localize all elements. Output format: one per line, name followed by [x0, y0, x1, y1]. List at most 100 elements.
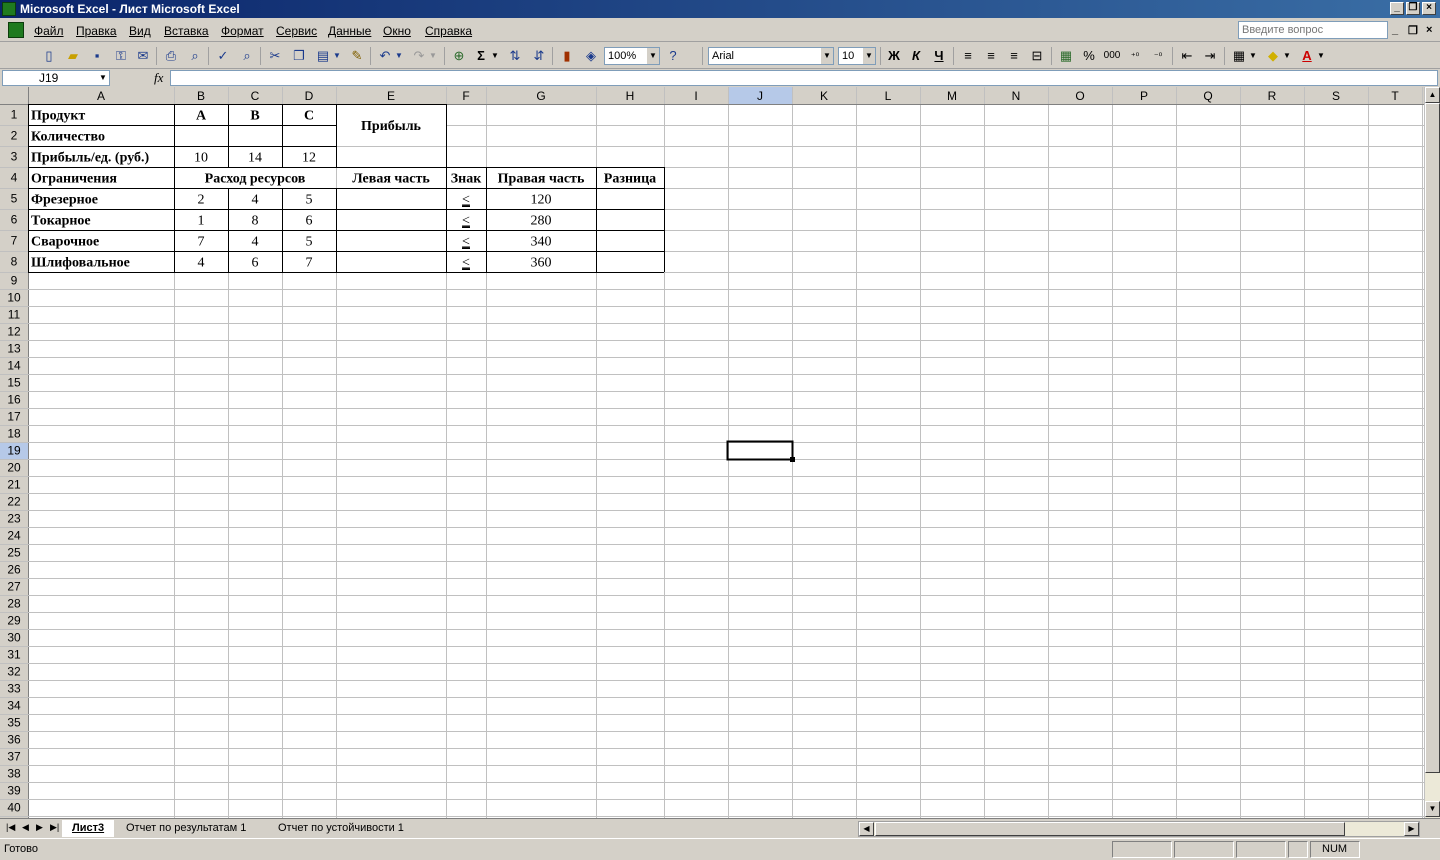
cell-f5[interactable]: < [462, 193, 470, 208]
increase-decimal-icon[interactable]: ⁺⁰ [1126, 47, 1144, 65]
column-header-s[interactable]: S [1332, 89, 1340, 103]
cell-a7[interactable]: Сварочное [31, 235, 99, 250]
cell-d5[interactable]: 5 [306, 193, 313, 208]
cell-a4[interactable]: Ограничения [31, 172, 117, 187]
cell-f6[interactable]: < [462, 214, 470, 229]
scroll-down-icon[interactable]: ▼ [1425, 801, 1440, 817]
cell-b7[interactable]: 7 [198, 235, 205, 250]
cell-h4[interactable]: Разница [604, 172, 656, 187]
doc-minimize-icon[interactable]: _ [1392, 24, 1398, 36]
row-header-3[interactable]: 3 [11, 150, 18, 164]
row-header-32[interactable]: 32 [7, 665, 21, 679]
scroll-left-icon[interactable]: ◀ [859, 822, 874, 836]
fill-handle[interactable] [790, 457, 795, 462]
prev-sheet-icon[interactable]: ◀ [22, 822, 29, 833]
menu-file[interactable]: Файл [34, 24, 64, 38]
row-header-25[interactable]: 25 [7, 546, 21, 560]
decrease-indent-icon[interactable]: ⇤ [1178, 47, 1196, 65]
cell-b5[interactable]: 2 [198, 193, 205, 208]
font-size-select[interactable]: 10 ▼ [838, 47, 876, 65]
row-header-17[interactable]: 17 [7, 410, 21, 424]
row-header-24[interactable]: 24 [7, 529, 21, 543]
row-header-1[interactable]: 1 [11, 108, 18, 122]
bold-button[interactable]: Ж [885, 47, 903, 65]
row-header-34[interactable]: 34 [7, 699, 21, 713]
column-header-b[interactable]: B [197, 89, 205, 103]
cell-b4[interactable]: Расход ресурсов [205, 172, 306, 187]
percent-button[interactable]: % [1080, 47, 1098, 65]
paste-icon[interactable]: ▤ [314, 47, 332, 65]
row-header-19[interactable]: 19 [7, 444, 21, 458]
spreadsheet-grid[interactable]: A B C D E F G H I J K L M N O P Q R S T 1 2 3 4 5 6 7 8 9 10 11 12 13 14 1… [0, 87, 1424, 818]
row-header-38[interactable]: 38 [7, 767, 21, 781]
row-header-8[interactable]: 8 [11, 255, 18, 269]
row-header-40[interactable]: 40 [7, 801, 21, 815]
column-header-f[interactable]: F [462, 89, 469, 103]
cell-g4[interactable]: Правая часть [498, 172, 585, 187]
cell-d8[interactable]: 7 [306, 256, 313, 271]
borders-icon[interactable]: ▦ [1230, 47, 1248, 65]
restore-icon[interactable]: ❐ [1406, 2, 1420, 15]
help-icon[interactable]: ? [664, 47, 682, 65]
chart-wizard-icon[interactable]: ▮ [558, 47, 576, 65]
cell-e1[interactable]: Прибыль [361, 119, 422, 134]
hscroll-thumb[interactable] [875, 822, 1345, 836]
cell-a1[interactable]: Продукт [31, 109, 85, 124]
row-header-22[interactable]: 22 [7, 495, 21, 509]
scroll-up-icon[interactable]: ▲ [1425, 87, 1440, 103]
row-header-13[interactable]: 13 [7, 342, 21, 356]
column-header-k[interactable]: K [820, 89, 828, 103]
spelling-icon[interactable]: ✓ [214, 47, 232, 65]
column-header-h[interactable]: H [626, 89, 635, 103]
row-header-28[interactable]: 28 [7, 597, 21, 611]
cell-c1[interactable]: B [250, 109, 259, 124]
cut-icon[interactable]: ✂ [266, 47, 284, 65]
zoom-select[interactable]: 100% ▼ [604, 47, 660, 65]
thousands-button[interactable]: 000 [1103, 47, 1121, 65]
row-header-16[interactable]: 16 [7, 393, 21, 407]
cell-b3[interactable]: 10 [194, 151, 208, 166]
menu-format[interactable]: Формат [221, 24, 264, 38]
row-header-7[interactable]: 7 [11, 234, 18, 248]
underline-button[interactable]: Ч [930, 47, 948, 65]
row-header-15[interactable]: 15 [7, 376, 21, 390]
sheet-tab-results-report[interactable]: Отчет по результатам 1 [116, 820, 256, 837]
row-header-11[interactable]: 11 [8, 308, 21, 322]
column-header-c[interactable]: C [251, 89, 260, 103]
menu-view[interactable]: Вид [129, 24, 151, 38]
cell-b1[interactable]: A [196, 109, 207, 124]
drawing-icon[interactable]: ◈ [582, 47, 600, 65]
scroll-right-icon[interactable]: ▶ [1404, 822, 1419, 836]
new-icon[interactable]: ▯ [40, 47, 58, 65]
menu-window[interactable]: Окно [383, 24, 411, 38]
print-preview-icon[interactable]: ⌕ [186, 47, 204, 65]
grid-canvas[interactable]: A B C D E F G H I J K L M N O P Q R S T12345678910111213141… [0, 87, 1424, 818]
increase-indent-icon[interactable]: ⇥ [1201, 47, 1219, 65]
cell-a8[interactable]: Шлифовальное [31, 256, 130, 271]
last-sheet-icon[interactable]: ▶| [50, 822, 59, 833]
row-header-39[interactable]: 39 [7, 784, 21, 798]
cell-c3[interactable]: 14 [248, 151, 262, 166]
column-header-n[interactable]: N [1012, 89, 1021, 103]
sheet-tab-list3[interactable]: Лист3 [62, 820, 115, 837]
column-header-g[interactable]: G [536, 89, 545, 103]
column-header-o[interactable]: O [1075, 89, 1084, 103]
row-header-2[interactable]: 2 [11, 129, 18, 143]
cell-e4[interactable]: Левая часть [352, 172, 430, 187]
scroll-thumb[interactable] [1425, 103, 1440, 773]
column-header-i[interactable]: I [694, 89, 697, 103]
doc-close-icon[interactable]: × [1426, 24, 1432, 36]
fill-color-dropdown-icon[interactable]: ▼ [1282, 47, 1292, 65]
cell-f7[interactable]: < [462, 235, 470, 250]
name-box[interactable]: J19 ▼ [2, 70, 110, 86]
column-header-r[interactable]: R [1268, 89, 1277, 103]
paste-dropdown-icon[interactable]: ▼ [332, 47, 342, 65]
currency-icon[interactable]: ▦ [1057, 47, 1075, 65]
sheet-tab-sensitivity-report[interactable]: Отчет по устойчивости 1 [268, 820, 414, 837]
menu-insert[interactable]: Вставка [164, 24, 209, 38]
column-header-e[interactable]: E [387, 89, 395, 103]
cell-g8[interactable]: 360 [531, 256, 552, 271]
cell-c7[interactable]: 4 [252, 235, 259, 250]
merge-center-icon[interactable]: ⊟ [1028, 47, 1046, 65]
row-header-14[interactable]: 14 [7, 359, 21, 373]
